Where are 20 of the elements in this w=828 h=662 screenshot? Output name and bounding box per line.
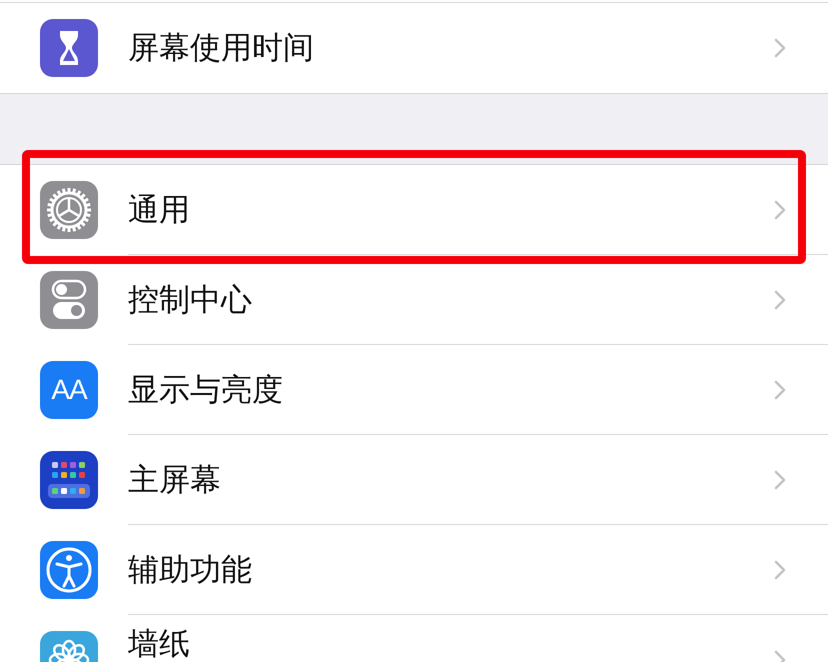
chevron-icon [774, 200, 786, 220]
row-label: 控制中心 [128, 280, 252, 320]
settings-row[interactable]: 控制中心 [0, 255, 828, 345]
settings-row[interactable]: AA 显示与亮度 [0, 345, 828, 435]
chevron-icon [774, 380, 786, 400]
row-label: 屏幕使用时间 [128, 29, 314, 68]
chevron-icon [774, 470, 786, 490]
row-label: 墙纸 [128, 627, 190, 662]
settings-row[interactable]: 通用 [0, 165, 828, 255]
settings-row[interactable]: 主屏幕 [0, 435, 828, 525]
icon-letters: AA [51, 374, 87, 406]
settings-row[interactable]: 辅助功能 [0, 525, 828, 615]
row-label: 显示与亮度 [128, 370, 283, 410]
settings-row[interactable]: 墙纸 [0, 615, 828, 662]
row-label: 辅助功能 [128, 550, 252, 590]
chevron-icon [774, 560, 786, 580]
row-label: 主屏幕 [128, 460, 221, 500]
chevron-icon [774, 290, 786, 310]
row-label: 通用 [128, 190, 190, 230]
chevron-icon [774, 38, 786, 58]
